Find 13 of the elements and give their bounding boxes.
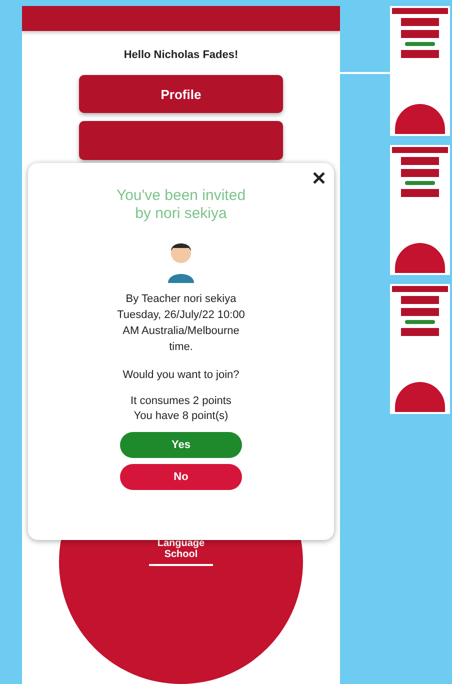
- screen-thumbnail[interactable]: [390, 284, 450, 414]
- teacher-details: By Teacher nori sekiya Tuesday, 26/July/22 10:00 AM Australia/Melbourne time.: [116, 292, 246, 355]
- yes-button[interactable]: Yes: [120, 432, 242, 458]
- screen-thumbnail[interactable]: [390, 145, 450, 275]
- dialog-title: You've been invited by nori sekiya: [115, 187, 247, 223]
- join-question: Would you want to join?: [122, 369, 240, 381]
- no-button[interactable]: No: [120, 464, 242, 490]
- greeting-text: Hello Nicholas Fades!: [124, 48, 238, 61]
- points-info: It consumes 2 points: [130, 395, 232, 407]
- screen-thumbnail[interactable]: [390, 6, 450, 136]
- points-info: You have 8 point(s): [132, 410, 230, 422]
- menu-button[interactable]: Profile: [79, 74, 283, 114]
- close-icon[interactable]: [312, 171, 326, 185]
